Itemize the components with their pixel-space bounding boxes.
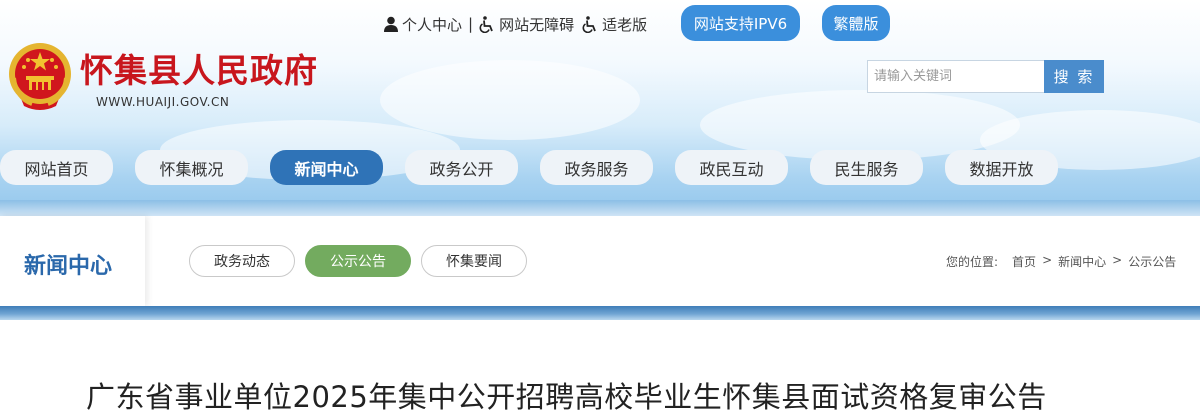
user-icon	[384, 16, 398, 32]
top-links: 个人中心 | 网站无障碍 适老版	[384, 6, 647, 42]
nav-item-livelihood[interactable]: 民生服务	[810, 150, 923, 185]
article-title: 广东省事业单位2025年集中公开招聘高校毕业生怀集县面试资格复审公告	[86, 380, 1047, 414]
section-title-box: 新闻中心	[0, 216, 145, 306]
breadcrumb-news[interactable]: 新闻中心	[1058, 253, 1106, 270]
separator: |	[468, 15, 474, 33]
section-bar: 新闻中心 政务动态 公示公告 怀集要闻 您的位置: 首页 > 新闻中心 > 公示…	[0, 216, 1200, 306]
nav-item-overview[interactable]: 怀集概况	[135, 150, 248, 185]
nav-item-gov-affairs[interactable]: 政务公开	[405, 150, 518, 185]
section-title: 新闻中心	[24, 254, 113, 279]
nav-item-interaction[interactable]: 政民互动	[675, 150, 788, 185]
nav-item-home[interactable]: 网站首页	[0, 150, 113, 185]
cloud-decoration	[380, 60, 640, 140]
breadcrumb-current[interactable]: 公示公告	[1128, 253, 1176, 270]
nav-item-open-data[interactable]: 数据开放	[945, 150, 1058, 185]
tab-local-news[interactable]: 怀集要闻	[421, 245, 527, 277]
breadcrumb: 您的位置: 首页 > 新闻中心 > 公示公告	[946, 253, 1182, 270]
banner-strip	[0, 200, 1200, 216]
ipv6-button[interactable]: 网站支持IPV6	[681, 5, 800, 41]
tab-announcements[interactable]: 公示公告	[305, 245, 411, 277]
breadcrumb-home[interactable]: 首页	[1012, 253, 1036, 270]
search-button[interactable]: 搜 索	[1044, 60, 1104, 93]
elderly-mode-link[interactable]: 适老版	[582, 14, 647, 35]
national-emblem-icon	[9, 43, 71, 110]
traditional-chinese-button[interactable]: 繁體版	[822, 5, 890, 41]
nav-item-gov-services[interactable]: 政务服务	[540, 150, 653, 185]
breadcrumb-prefix: 您的位置:	[946, 255, 999, 269]
site-url: WWW.HUAIJI.GOV.CN	[96, 95, 230, 109]
wheelchair-icon	[582, 15, 596, 33]
tab-gov-news[interactable]: 政务动态	[189, 245, 295, 277]
search-input[interactable]	[867, 60, 1045, 93]
mountain-strip	[0, 306, 1200, 320]
breadcrumb-separator: >	[1042, 253, 1053, 267]
nav-item-news[interactable]: 新闻中心	[270, 150, 383, 185]
site-title[interactable]: 怀集县人民政府	[80, 44, 318, 92]
accessibility-link[interactable]: 网站无障碍	[479, 14, 574, 35]
personal-center-link[interactable]: 个人中心	[384, 14, 462, 35]
wheelchair-icon	[479, 15, 493, 33]
breadcrumb-separator: >	[1112, 253, 1123, 267]
